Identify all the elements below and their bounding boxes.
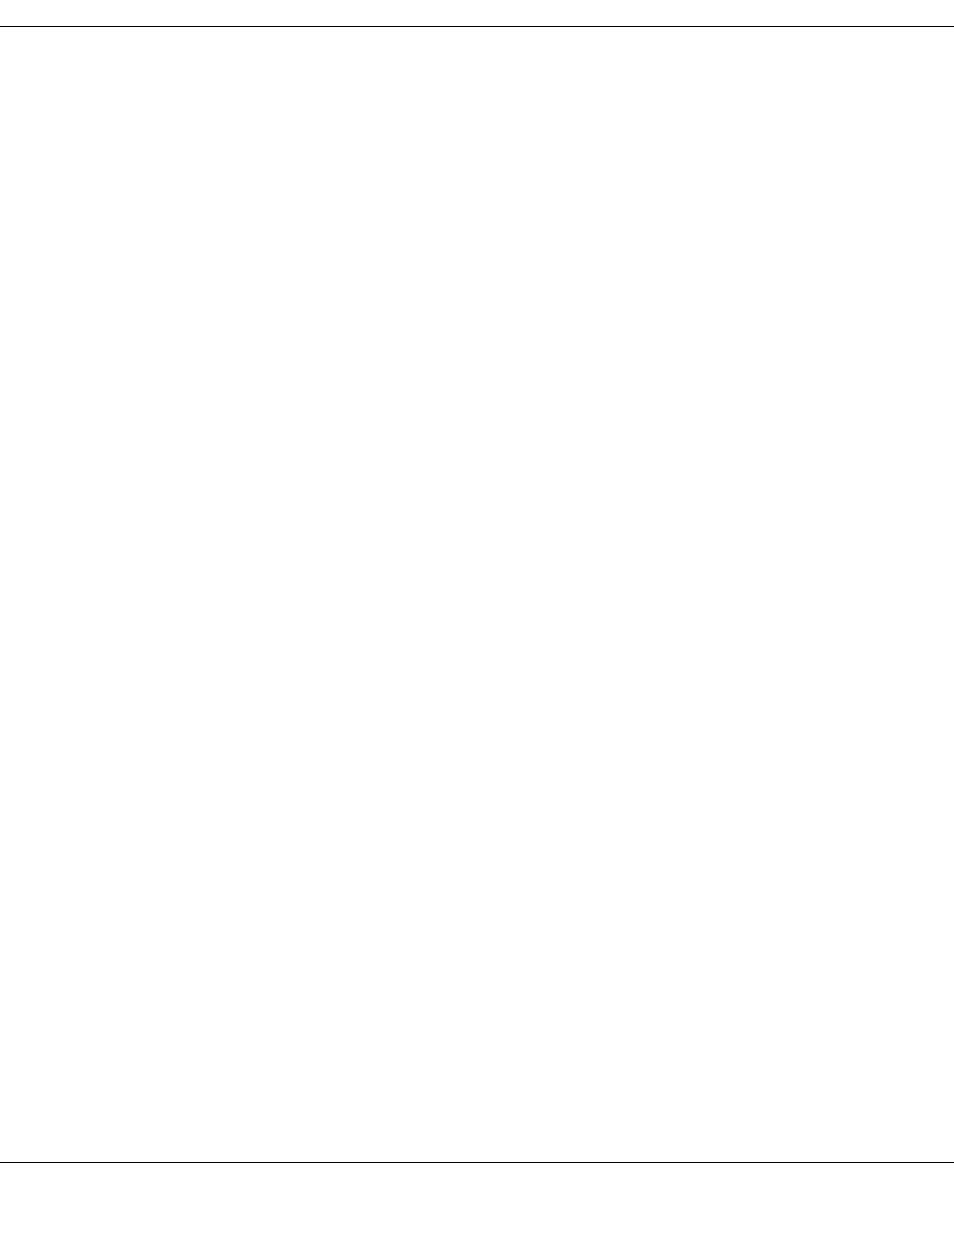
- page-header: [0, 0, 954, 27]
- page-footer: [0, 1162, 954, 1175]
